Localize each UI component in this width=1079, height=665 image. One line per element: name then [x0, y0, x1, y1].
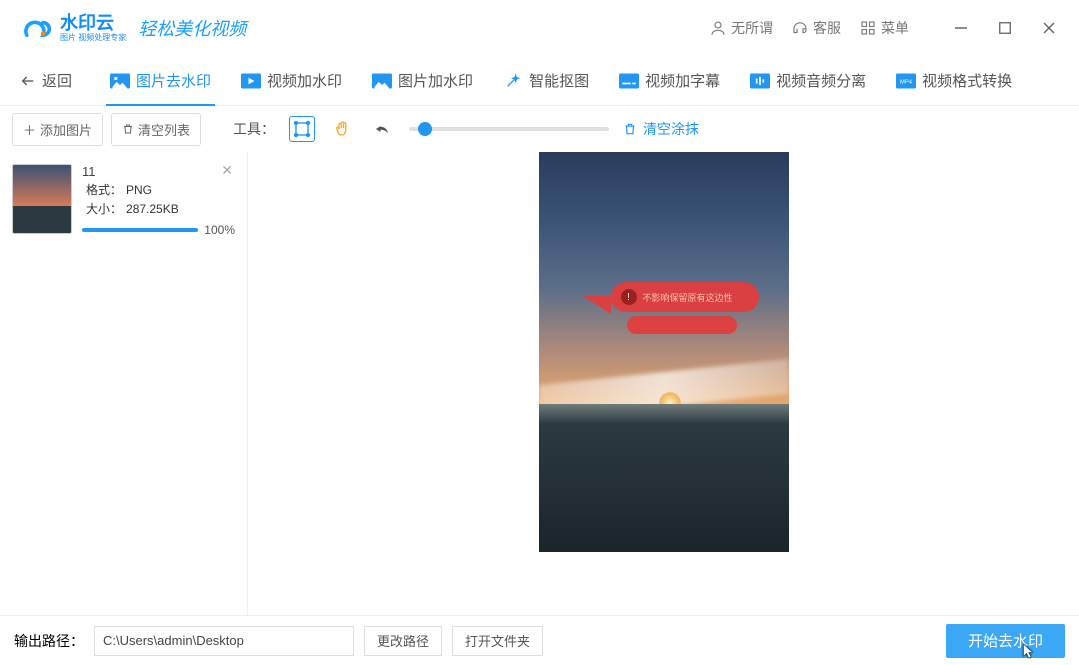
file-size: 大小：287.25KB: [82, 200, 235, 217]
file-list-item[interactable]: 11 格式：PNG 大小：287.25KB 100% ✕: [10, 160, 237, 241]
support-link[interactable]: 客服: [791, 18, 841, 38]
close-button[interactable]: [1035, 14, 1063, 42]
tab-video-subtitle[interactable]: 视频加字幕: [615, 56, 724, 106]
audio-split-icon: [750, 73, 770, 89]
tab-image-remove-watermark[interactable]: 图片去水印: [106, 56, 215, 106]
convert-icon: MP4: [896, 73, 916, 89]
remove-file-button[interactable]: ✕: [221, 162, 233, 179]
back-button[interactable]: 返回: [20, 70, 72, 91]
start-remove-watermark-button[interactable]: 开始去水印: [946, 624, 1065, 658]
headset-icon: [791, 19, 809, 37]
image-plus-icon: [372, 73, 392, 89]
wand-icon: [503, 73, 523, 89]
output-path-label: 输出路径：: [14, 631, 84, 651]
user-link[interactable]: 无所谓: [709, 18, 773, 38]
tab-video-audio-split[interactable]: 视频音频分离: [746, 56, 870, 106]
app-logo: 水印云 图片 视频处理专家: [16, 13, 126, 43]
tab-smart-cutout[interactable]: 智能抠图: [499, 56, 593, 106]
hand-tool[interactable]: [329, 116, 355, 142]
clear-brush-button[interactable]: 清空涂抹: [623, 119, 699, 139]
file-name: 11: [82, 164, 235, 179]
app-subtitle: 图片 视频处理专家: [60, 34, 126, 42]
menu-link[interactable]: 菜单: [859, 18, 909, 38]
trash-icon: [623, 122, 637, 136]
trash-icon: [122, 123, 134, 135]
minimize-button[interactable]: [947, 14, 975, 42]
user-icon: [709, 19, 727, 37]
cursor-icon: [1019, 642, 1037, 660]
tab-video-add-watermark[interactable]: 视频加水印: [237, 56, 346, 106]
add-image-button[interactable]: ＋ 添加图片: [12, 113, 103, 146]
titlebar: 水印云 图片 视频处理专家 轻松美化视频 无所谓 客服 菜单: [0, 0, 1079, 56]
image-icon: [110, 73, 130, 89]
brush-size-slider[interactable]: [409, 127, 609, 131]
navbar: 返回 图片去水印 视频加水印 图片加水印 智能抠图 视频加字幕 视频音频分离 M…: [0, 56, 1079, 106]
app-slogan: 轻松美化视频: [138, 15, 246, 41]
plus-icon: ＋: [23, 120, 36, 139]
watermark-overlay: ! 不影响保留原有这边性: [589, 282, 759, 340]
maximize-button[interactable]: [991, 14, 1019, 42]
output-path-input[interactable]: [94, 626, 354, 656]
rect-select-tool[interactable]: [289, 116, 315, 142]
file-thumbnail: [12, 164, 72, 234]
undo-icon: [373, 120, 391, 138]
warning-icon: !: [621, 289, 637, 305]
arrow-left-icon: [20, 73, 36, 89]
slider-thumb[interactable]: [418, 122, 432, 136]
svg-text:MP4: MP4: [900, 79, 913, 85]
toolbar-row: ＋ 添加图片 清空列表 工具： 清空涂抹: [0, 106, 1079, 152]
tools-label: 工具：: [233, 119, 275, 139]
grid-icon: [859, 19, 877, 37]
clear-list-button[interactable]: 清空列表: [111, 113, 201, 146]
tab-image-add-watermark[interactable]: 图片加水印: [368, 56, 477, 106]
hand-icon: [333, 120, 351, 138]
workspace: 11 格式：PNG 大小：287.25KB 100% ✕ ! 不影响保留原有这边…: [0, 152, 1079, 615]
cloud-logo-icon: [16, 13, 52, 43]
bottom-bar: 输出路径： 更改路径 打开文件夹 开始去水印: [0, 615, 1079, 665]
app-name: 水印云: [60, 14, 126, 32]
file-progress: 100%: [82, 223, 235, 237]
subtitle-icon: [619, 73, 639, 89]
open-folder-button[interactable]: 打开文件夹: [452, 626, 543, 656]
file-list-sidebar: 11 格式：PNG 大小：287.25KB 100% ✕: [0, 152, 248, 615]
tab-video-format-convert[interactable]: MP4 视频格式转换: [892, 56, 1016, 106]
change-path-button[interactable]: 更改路径: [364, 626, 442, 656]
canvas-area: ! 不影响保留原有这边性: [248, 152, 1079, 615]
file-format: 格式：PNG: [82, 181, 235, 198]
image-preview[interactable]: ! 不影响保留原有这边性: [539, 152, 789, 552]
selection-icon: [293, 120, 311, 138]
undo-tool[interactable]: [369, 116, 395, 142]
video-icon: [241, 73, 261, 89]
